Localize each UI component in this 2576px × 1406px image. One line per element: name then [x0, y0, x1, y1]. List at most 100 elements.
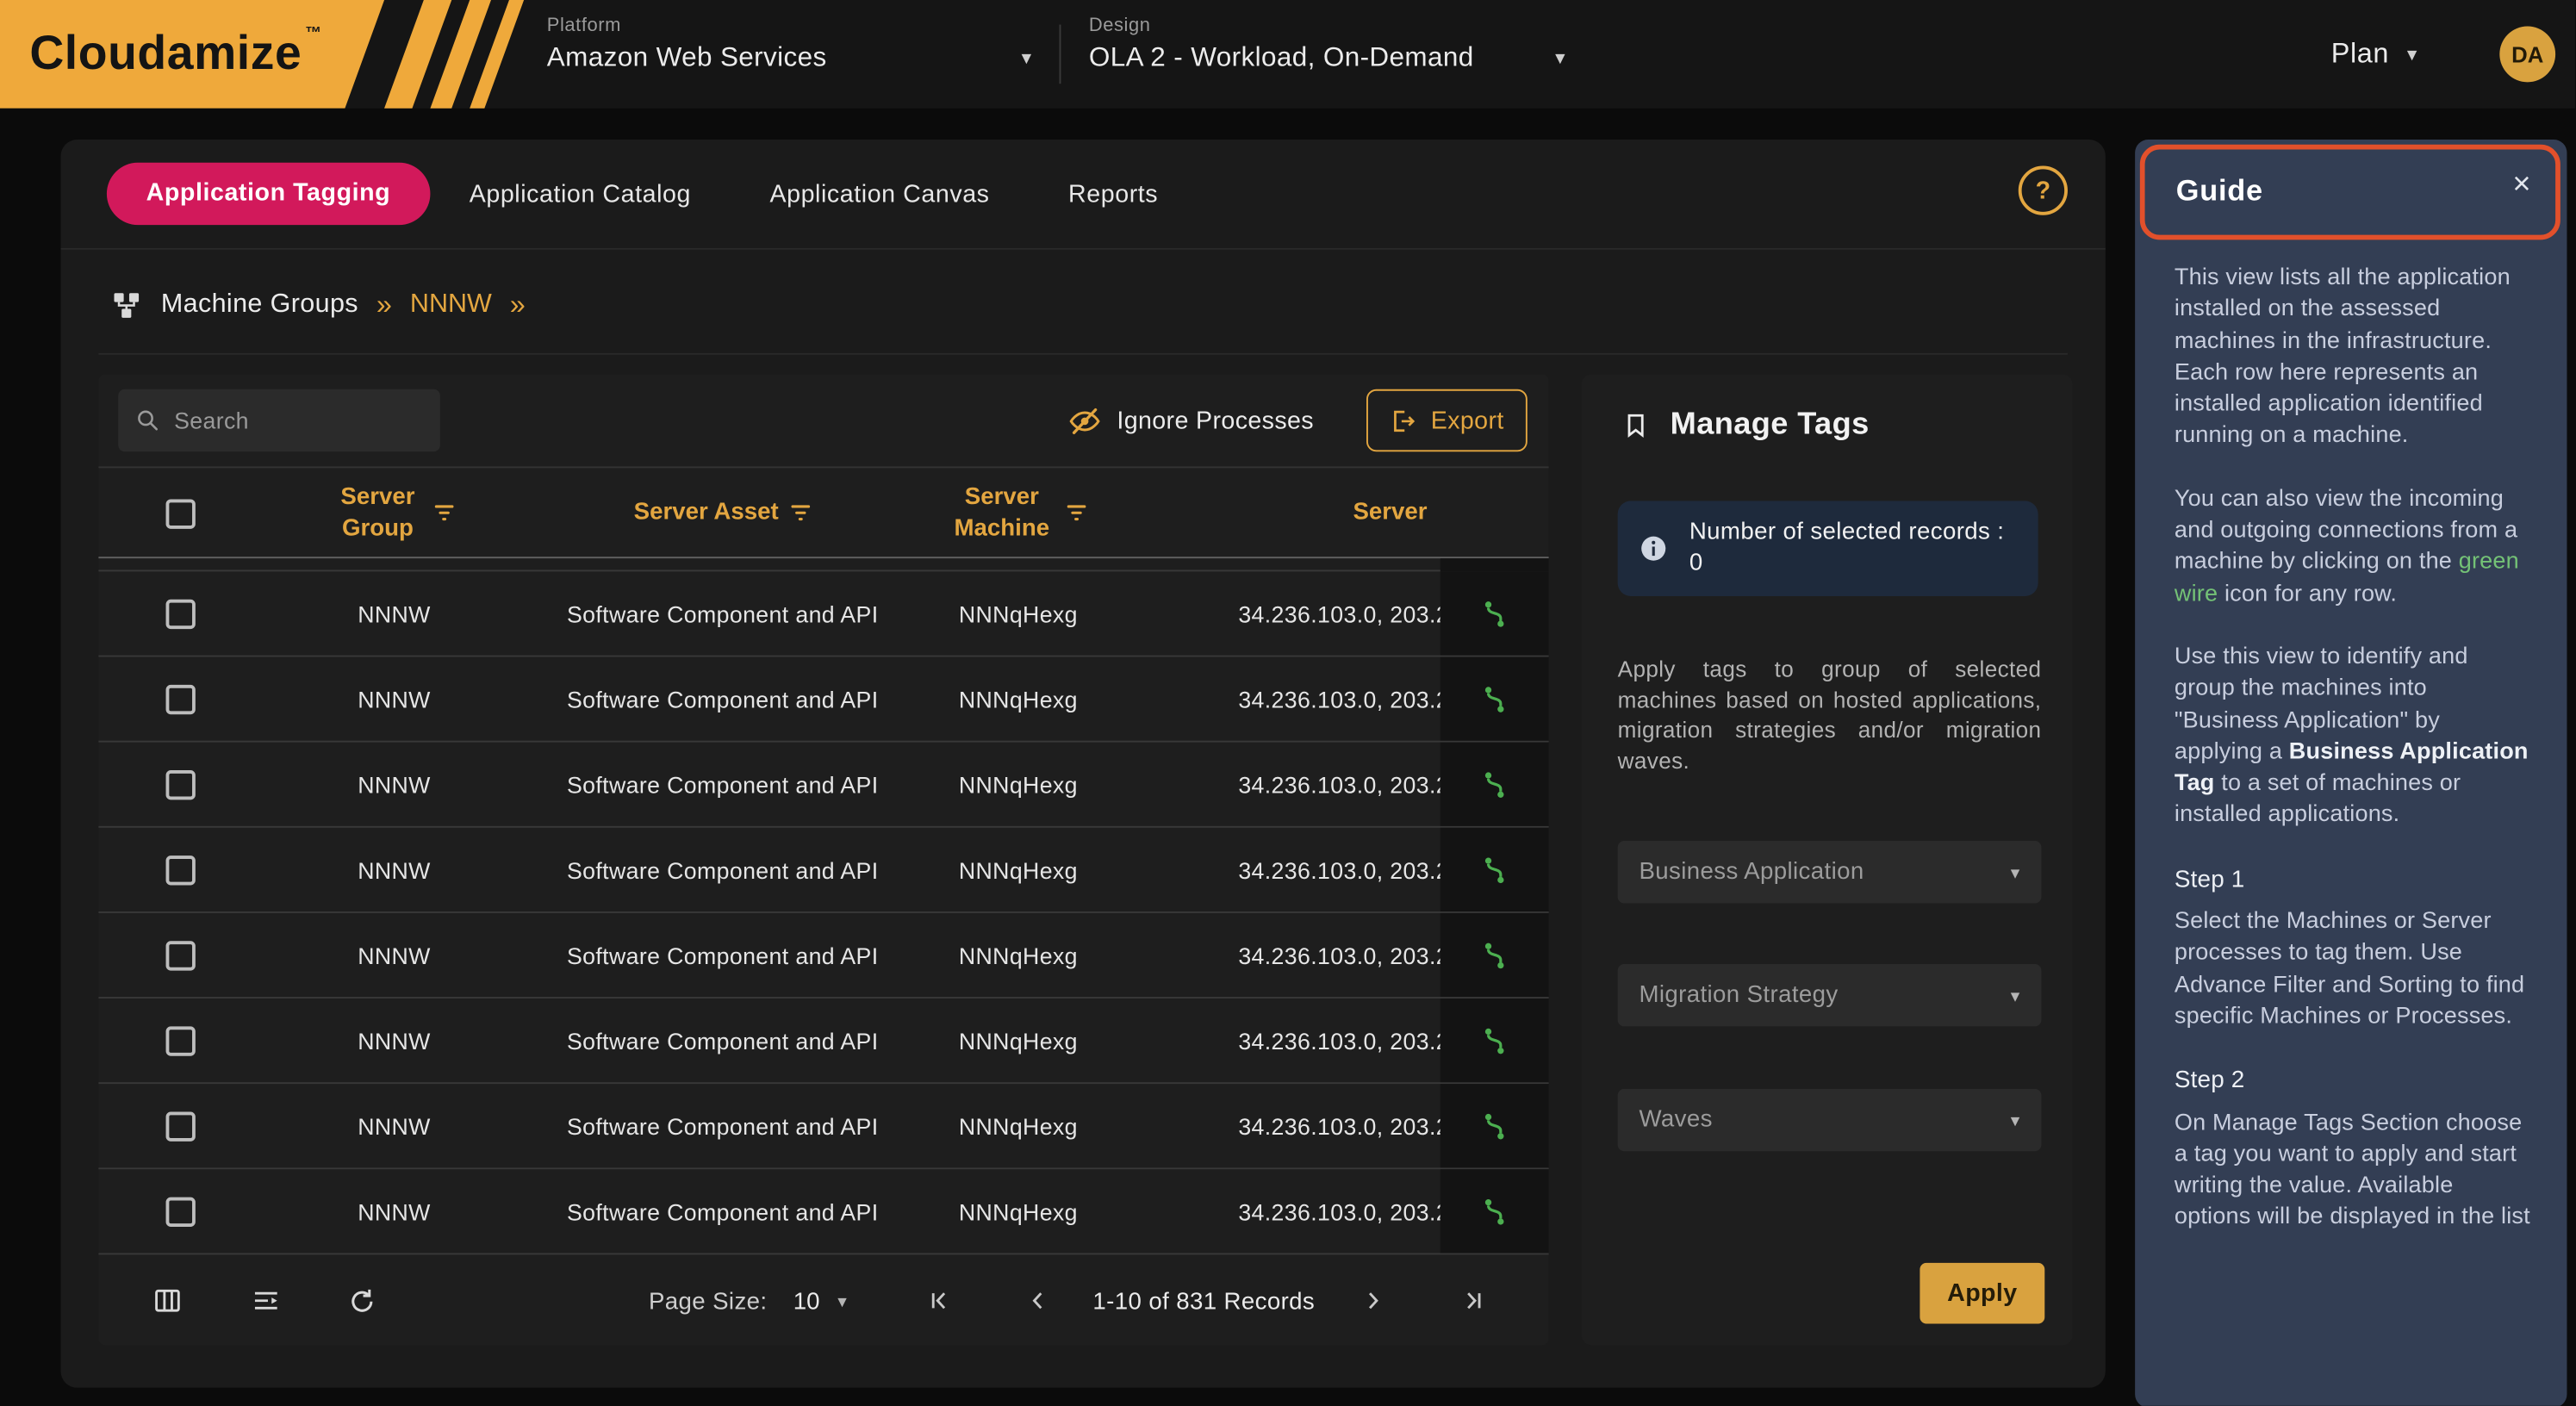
apply-button[interactable]: Apply	[1920, 1263, 2044, 1324]
green-wire-icon[interactable]	[1478, 597, 1511, 630]
refresh-icon[interactable]	[343, 1283, 379, 1319]
row-action-cell	[1440, 1169, 1549, 1253]
cell-server-machine: NNNqHexg	[920, 913, 1117, 997]
plan-menu[interactable]: Plan ▾	[2331, 0, 2417, 109]
selected-records-info-box: Number of selected records : 0	[1618, 501, 2038, 596]
plan-label: Plan	[2331, 38, 2389, 71]
cell-server: 34.236.103.0, 203.24	[1117, 999, 1440, 1082]
table-row: NNNW Software Component and API NNNqHexg…	[98, 1084, 1548, 1169]
row-checkbox[interactable]	[166, 1111, 196, 1141]
breadcrumb-separator: »	[376, 289, 392, 322]
tab-application-tagging[interactable]: Application Tagging	[107, 163, 430, 225]
row-checkbox[interactable]	[166, 940, 196, 969]
row-checkbox[interactable]	[166, 855, 196, 884]
cell-server-group: NNNW	[263, 1169, 526, 1253]
row-checkbox[interactable]	[166, 599, 196, 628]
row-checkbox[interactable]	[166, 1025, 196, 1054]
user-avatar[interactable]: DA	[2499, 27, 2555, 83]
design-value: OLA 2 - Workload, On-Demand	[1089, 43, 1565, 74]
help-button[interactable]: ?	[2019, 166, 2068, 215]
column-label: Server Asset	[634, 498, 779, 528]
table-row: NNNW Software Component and API NNNqHexg…	[98, 913, 1548, 999]
cell-server-asset: Software Component and API	[526, 1084, 920, 1167]
tab-reports[interactable]: Reports	[1029, 180, 1198, 208]
filter-icon[interactable]	[433, 504, 455, 522]
guide-step2-title: Step 2	[2175, 1067, 2534, 1098]
cell-server: 34.236.103.0, 203.24	[1117, 1169, 1440, 1253]
green-wire-icon[interactable]	[1478, 682, 1511, 715]
search-icon	[134, 407, 161, 434]
platform-select[interactable]: Platform Amazon Web Services ▾	[547, 16, 1031, 96]
cell-server-machine: NNNqHexg	[920, 1084, 1117, 1167]
platform-label: Platform	[547, 16, 1031, 36]
cell-server-asset: Software Component and API	[526, 999, 920, 1082]
first-page-icon[interactable]	[921, 1283, 957, 1319]
cell-server-group: NNNW	[263, 913, 526, 997]
tab-bar: Application Tagging Application Catalog …	[107, 163, 1198, 225]
page-size-value[interactable]: 10	[793, 1289, 820, 1316]
guide-text: icon for any row.	[2218, 581, 2397, 607]
row-checkbox[interactable]	[166, 769, 196, 799]
breadcrumb-machine-groups[interactable]: Machine Groups	[161, 290, 358, 320]
column-label: Server	[1353, 498, 1427, 528]
table-row: NNNW Software Component and API NNNqHexg…	[98, 743, 1548, 828]
table-row: NNNW Software Component and API NNNqHexg…	[98, 999, 1548, 1084]
column-header-server[interactable]: Server	[1117, 468, 1440, 558]
search-input[interactable]	[174, 407, 424, 434]
guide-paragraph: Select the Machines or Server processes …	[2175, 906, 2534, 1033]
last-page-icon[interactable]	[1455, 1283, 1491, 1319]
cell-server-group: NNNW	[263, 828, 526, 911]
table-footer: Page Size: 10 ▾ 1-10 of 831 Records	[98, 1254, 1548, 1345]
row-checkbox-cell	[98, 1084, 263, 1167]
row-checkbox[interactable]	[166, 684, 196, 713]
row-checkbox-cell	[98, 828, 263, 911]
next-page-icon[interactable]	[1355, 1283, 1391, 1319]
table-row: NNNW Software Component and API NNNqHexg…	[98, 657, 1548, 743]
green-wire-icon[interactable]	[1478, 768, 1511, 800]
green-wire-icon[interactable]	[1478, 1110, 1511, 1142]
filter-icon[interactable]	[1066, 504, 1087, 522]
green-wire-icon[interactable]	[1478, 1024, 1511, 1057]
column-header-server-machine[interactable]: Server Machine	[920, 468, 1117, 558]
cell-server-group: NNNW	[263, 657, 526, 741]
green-wire-icon[interactable]	[1478, 853, 1511, 886]
design-select[interactable]: Design OLA 2 - Workload, On-Demand ▾	[1089, 16, 1565, 96]
row-checkbox-cell	[98, 743, 263, 826]
row-checkbox-cell	[98, 657, 263, 741]
column-label: Server Group	[333, 483, 422, 543]
chevron-down-icon[interactable]: ▾	[837, 1291, 847, 1312]
brand-logo[interactable]: Cloudamize™	[0, 0, 542, 109]
select-placeholder: Migration Strategy	[1639, 982, 1838, 1009]
select-all-checkbox[interactable]	[166, 499, 196, 528]
row-checkbox[interactable]	[166, 1197, 196, 1226]
cell-server-asset: Software Component and API	[526, 743, 920, 826]
green-wire-icon[interactable]	[1478, 1195, 1511, 1228]
row-density-icon[interactable]	[248, 1283, 284, 1319]
row-checkbox-cell	[98, 913, 263, 997]
migration-strategy-select[interactable]: Migration Strategy ▾	[1618, 964, 2042, 1026]
select-placeholder: Waves	[1639, 1107, 1712, 1134]
selected-records-text: Number of selected records : 0	[1689, 517, 2019, 579]
guide-paragraph: Use this view to identify and group the …	[2175, 642, 2534, 832]
tab-application-canvas[interactable]: Application Canvas	[731, 180, 1030, 208]
cell-server: 34.236.103.0, 203.24	[1117, 1084, 1440, 1167]
table-view-icon[interactable]	[149, 1283, 185, 1319]
green-wire-icon[interactable]	[1478, 938, 1511, 971]
close-icon[interactable]: ×	[2512, 167, 2530, 203]
business-application-select[interactable]: Business Application ▾	[1618, 841, 2042, 903]
column-header-server-group[interactable]: Server Group	[263, 468, 526, 558]
export-button[interactable]: Export	[1366, 389, 1528, 451]
filter-icon[interactable]	[790, 504, 812, 522]
breadcrumb-group-nnnw[interactable]: NNNW	[410, 290, 492, 320]
top-navbar: Cloudamize™ Platform Amazon Web Services…	[0, 0, 2575, 109]
waves-select[interactable]: Waves ▾	[1618, 1089, 2042, 1151]
column-header-server-asset[interactable]: Server Asset	[526, 468, 920, 558]
ignore-processes-button[interactable]: Ignore Processes	[1067, 375, 1314, 467]
chevron-down-icon: ▾	[2011, 1110, 2020, 1131]
main-card: Application Tagging Application Catalog …	[61, 140, 2106, 1388]
tabs-divider	[61, 248, 2106, 250]
tab-application-catalog[interactable]: Application Catalog	[430, 180, 731, 208]
header-checkbox-cell	[98, 468, 263, 558]
page-size-label: Page Size:	[649, 1289, 768, 1316]
previous-page-icon[interactable]	[1020, 1283, 1056, 1319]
